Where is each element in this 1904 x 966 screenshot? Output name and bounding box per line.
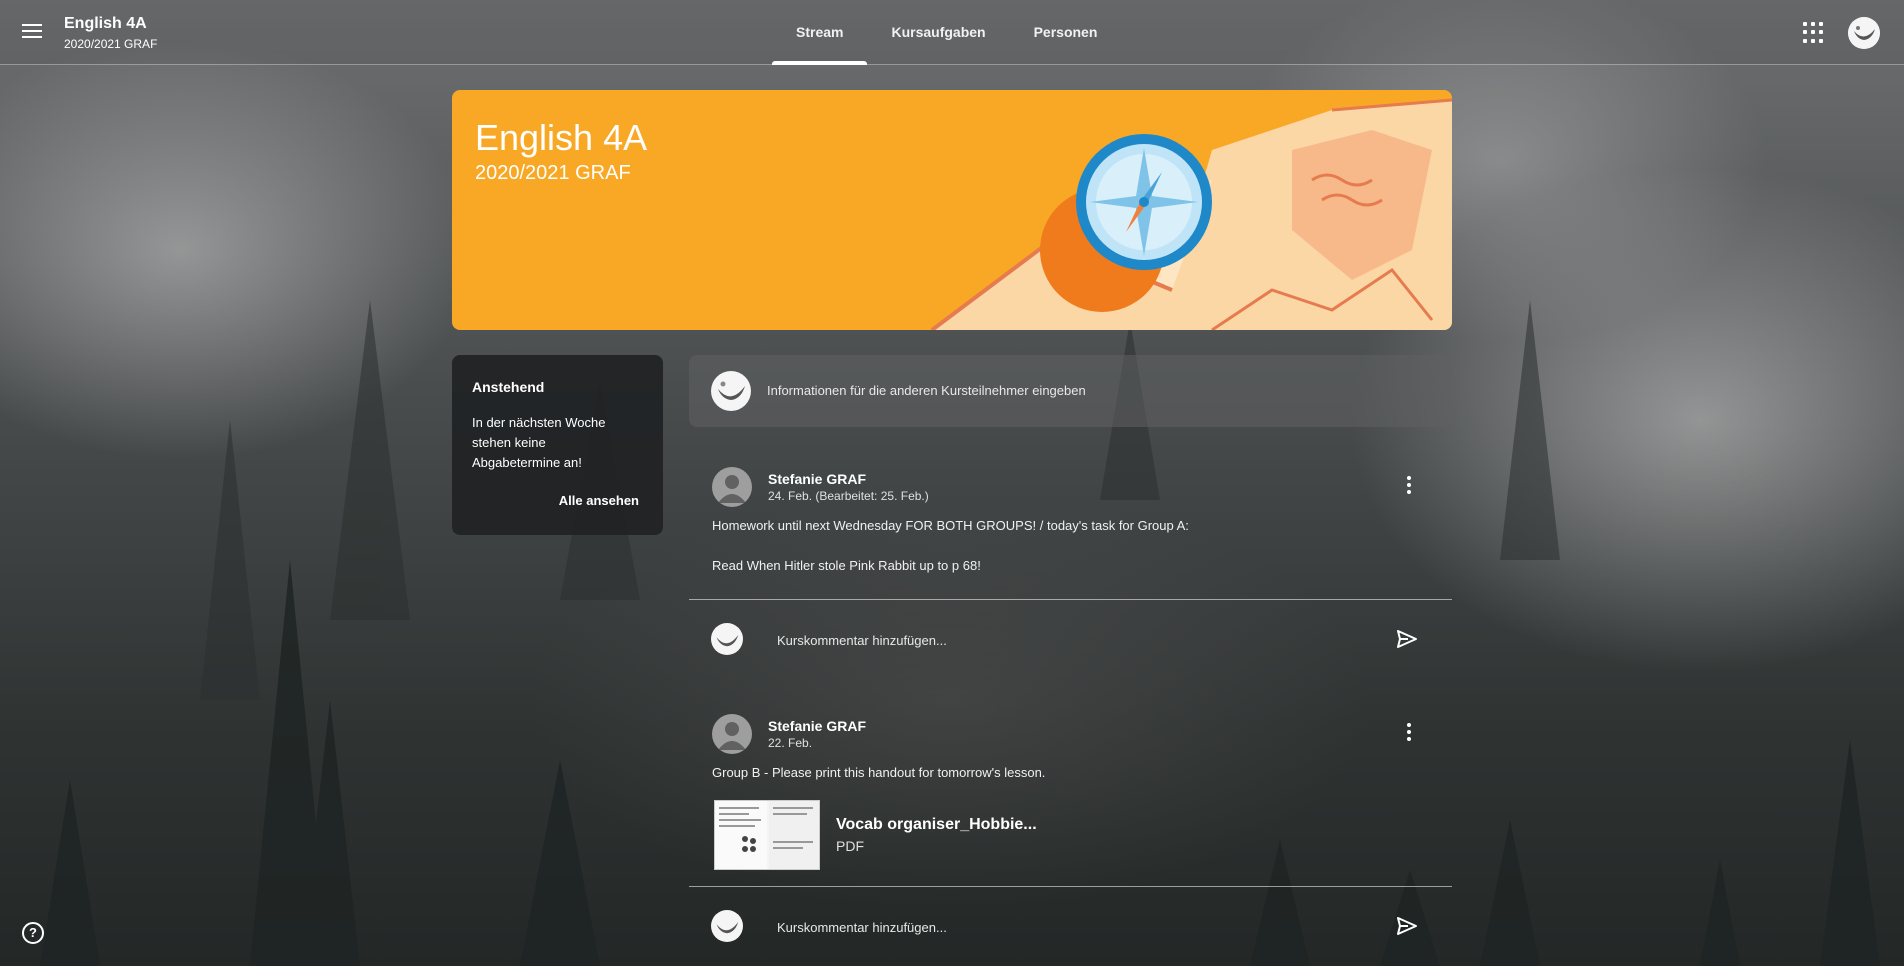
send-icon[interactable]	[1396, 916, 1418, 936]
banner-subtitle: 2020/2021 GRAF	[475, 162, 631, 184]
hamburger-menu-icon[interactable]	[22, 20, 50, 46]
upcoming-heading: Anstehend	[472, 379, 545, 395]
avatar	[711, 371, 751, 411]
class-subtitle: 2020/2021 GRAF	[64, 37, 158, 51]
post-date: 24. Feb. (Bearbeitet: 25. Feb.)	[768, 489, 929, 503]
divider	[689, 886, 1452, 887]
top-app-bar: English 4A 2020/2021 GRAF Stream Kursauf…	[0, 0, 1904, 65]
post-author: Stefanie GRAF	[768, 471, 867, 487]
more-options-icon[interactable]	[1404, 723, 1414, 745]
user-avatar[interactable]	[1848, 17, 1880, 49]
post-text: Read When Hitler stole Pink Rabbit up to…	[712, 558, 981, 573]
class-banner: English 4A 2020/2021 GRAF	[452, 90, 1452, 330]
tab-kursaufgaben[interactable]: Kursaufgaben	[867, 0, 1009, 65]
divider	[689, 599, 1452, 600]
apps-grid-icon[interactable]	[1803, 22, 1827, 44]
tab-personen[interactable]: Personen	[1010, 0, 1122, 65]
announcement-box[interactable]: Informationen für die anderen Kursteilne…	[689, 355, 1452, 427]
post-text: Homework until next Wednesday FOR BOTH G…	[712, 518, 1189, 533]
comment-row: Kurskommentar hinzufügen...	[689, 605, 1452, 665]
upcoming-card: Anstehend In der nächsten Woche stehen k…	[452, 355, 663, 535]
avatar	[711, 623, 743, 655]
banner-title: English 4A	[475, 117, 648, 158]
compass-map-illustration	[930, 98, 1452, 330]
author-avatar	[712, 714, 752, 754]
comment-input[interactable]: Kurskommentar hinzufügen...	[777, 633, 947, 648]
upcoming-message: In der nächsten Woche stehen keine Abgab…	[472, 415, 606, 470]
comment-input[interactable]: Kurskommentar hinzufügen...	[777, 920, 947, 935]
view-all-link[interactable]: Alle ansehen	[559, 493, 639, 508]
post-author: Stefanie GRAF	[768, 718, 867, 734]
attachment-type: PDF	[836, 838, 864, 854]
class-title[interactable]: English 4A	[64, 15, 147, 33]
attachment-name: Vocab organiser_Hobbie...	[836, 816, 1037, 833]
nav-tabs: Stream Kursaufgaben Personen	[772, 0, 1121, 65]
help-circle-icon[interactable]: ?	[22, 922, 44, 944]
post-text: Group B - Please print this handout for …	[712, 765, 1046, 780]
tab-stream[interactable]: Stream	[772, 0, 868, 65]
comment-row: Kurskommentar hinzufügen...	[689, 892, 1452, 952]
post-date: 22. Feb.	[768, 736, 813, 750]
avatar	[711, 910, 743, 942]
send-icon[interactable]	[1396, 629, 1418, 649]
announcement-placeholder: Informationen für die anderen Kursteilne…	[767, 383, 1086, 398]
pdf-thumbnail	[714, 800, 820, 870]
attachment-card[interactable]: Vocab organiser_Hobbie... PDF	[712, 800, 1037, 872]
author-avatar	[712, 467, 752, 507]
more-options-icon[interactable]	[1404, 476, 1414, 498]
